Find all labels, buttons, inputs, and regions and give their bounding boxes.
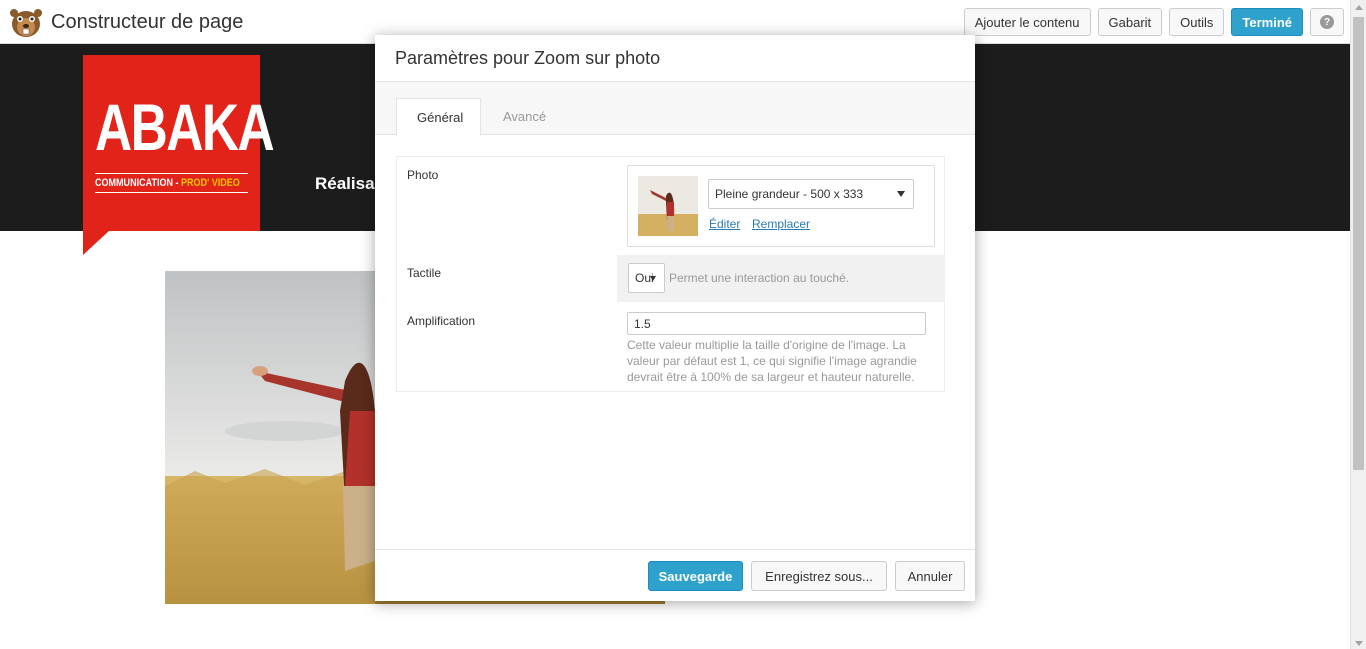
tools-button[interactable]: Outils [1169, 8, 1225, 36]
chevron-down-icon [650, 276, 656, 281]
builder-toolbar: Ajouter le contenu Gabarit Outils Termin… [963, 8, 1344, 36]
add-content-button[interactable]: Ajouter le contenu [963, 8, 1091, 36]
logo-ribbon-tail [83, 230, 110, 255]
replace-photo-link[interactable]: Remplacer [752, 217, 810, 231]
help-line: valeur par défaut est 1, ce qui signifie… [627, 354, 917, 368]
help-line: Cette valeur multiplie la taille d'origi… [627, 338, 906, 352]
save-button[interactable]: Sauvegarde [648, 561, 743, 591]
photo-field: Pleine grandeur - 500 x 333 Éditer Rempl… [627, 165, 935, 247]
logo-divider [95, 192, 248, 193]
photo-size-value: Pleine grandeur - 500 x 333 [715, 187, 864, 201]
tactile-field: Oui Permet une interaction au touché. [617, 255, 945, 302]
site-logo[interactable]: ABAKA COMMUNICATION - PROD' VIDEO [83, 55, 275, 231]
tab-advanced[interactable]: Avancé [483, 98, 566, 135]
tab-general[interactable]: Général [396, 98, 481, 136]
cancel-button[interactable]: Annuler [895, 561, 965, 591]
help-line: devrait être à 100% de sa largeur et hau… [627, 370, 915, 384]
done-button[interactable]: Terminé [1231, 8, 1303, 36]
edit-photo-link[interactable]: Éditer [709, 217, 740, 231]
settings-dialog: Paramètres pour Zoom sur photo Général A… [375, 35, 975, 601]
photo-label: Photo [407, 168, 439, 182]
settings-form: Photo Pleine grandeur - 500 x 333 Éditer… [396, 156, 945, 392]
scroll-thumb[interactable] [1353, 17, 1364, 470]
chevron-down-icon [897, 191, 905, 197]
template-button[interactable]: Gabarit [1097, 8, 1163, 36]
beaver-logo-icon [8, 5, 44, 39]
help-icon: ? [1320, 15, 1334, 29]
photo-size-select[interactable]: Pleine grandeur - 500 x 333 [708, 179, 914, 209]
help-button[interactable]: ? [1310, 8, 1344, 36]
logo-divider [95, 173, 248, 174]
logo-wordmark: ABAKA [95, 90, 275, 164]
dialog-tabs: Général Avancé [375, 82, 975, 136]
tactile-select[interactable]: Oui [628, 263, 665, 293]
builder-title: Constructeur de page [51, 11, 244, 33]
logo-tagline-part: COMMUNICATION - [95, 177, 182, 189]
save-as-button[interactable]: Enregistrez sous... [751, 561, 887, 591]
dialog-footer: Sauvegarde Enregistrez sous... Annuler [375, 549, 975, 601]
page-scrollbar[interactable] [1350, 0, 1366, 649]
nav-item[interactable]: Réalisa [315, 174, 375, 194]
logo-tagline: COMMUNICATION - PROD' VIDEO [95, 177, 240, 189]
logo-tagline-accent: PROD' VIDEO [181, 177, 240, 189]
photo-thumbnail [638, 176, 698, 236]
scroll-down-icon[interactable] [1355, 641, 1363, 646]
tactile-help: Permet une interaction au touché. [669, 271, 850, 285]
amplification-label: Amplification [407, 314, 476, 328]
dialog-title: Paramètres pour Zoom sur photo [375, 35, 975, 82]
tactile-label: Tactile [407, 266, 442, 280]
amplification-input[interactable]: 1.5 [627, 312, 926, 335]
amplification-help: Cette valeur multiplie la taille d'origi… [627, 337, 917, 385]
scroll-up-icon[interactable] [1355, 5, 1363, 10]
